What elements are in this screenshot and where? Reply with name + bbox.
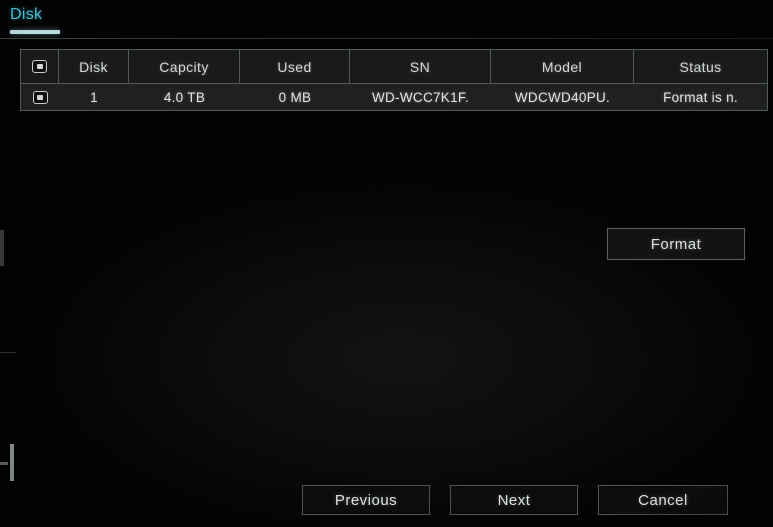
row-model: WDCWD40PU. bbox=[514, 89, 611, 105]
table-row[interactable]: 1 4.0 TB 0 MB WD-WCC7K1F. WDCWD40PU. For… bbox=[20, 83, 768, 111]
disk-table-header-sn: SN bbox=[350, 50, 491, 83]
format-button[interactable]: Format bbox=[607, 228, 745, 260]
row-disk-number: 1 bbox=[90, 89, 98, 105]
row-status: Format is n. bbox=[663, 89, 738, 105]
tab-disk-label: Disk bbox=[10, 6, 43, 23]
disk-table-header-used: Used bbox=[240, 50, 350, 83]
previous-button[interactable]: Previous bbox=[302, 485, 430, 515]
clipped-panel-edge-artifact bbox=[0, 230, 4, 266]
device-screen: Disk Disk Capcity Used SN Model Status 1… bbox=[0, 0, 773, 527]
disk-table: Disk Capcity Used SN Model Status 1 4.0 … bbox=[20, 49, 768, 111]
row-capacity: 4.0 TB bbox=[163, 89, 206, 105]
tab-strip-divider bbox=[0, 38, 773, 39]
tab-strip: Disk bbox=[0, 0, 773, 40]
disk-table-header-status: Status bbox=[679, 58, 722, 75]
clipped-hairline-artifact bbox=[0, 352, 16, 353]
disk-table-header-capacity: Capcity bbox=[129, 50, 240, 83]
disk-table-header-row: Disk Capcity Used SN Model Status bbox=[20, 49, 768, 83]
clipped-dash-artifact bbox=[0, 462, 8, 465]
select-all-checkbox-icon[interactable] bbox=[32, 60, 47, 73]
row-serial-number: WD-WCC7K1F. bbox=[371, 89, 470, 105]
clipped-cursor-artifact bbox=[10, 444, 14, 481]
disk-table-header-disk: Disk bbox=[59, 50, 129, 83]
row-select-cell bbox=[21, 84, 59, 110]
tab-active-indicator bbox=[10, 30, 60, 34]
disk-table-header-select bbox=[21, 50, 59, 83]
row-checkbox-icon[interactable] bbox=[32, 90, 48, 104]
disk-table-header-model: Model bbox=[491, 50, 634, 83]
row-used: 0 MB bbox=[278, 89, 312, 105]
cancel-button[interactable]: Cancel bbox=[598, 485, 728, 515]
tab-disk[interactable]: Disk bbox=[10, 6, 62, 36]
next-button[interactable]: Next bbox=[450, 485, 578, 515]
